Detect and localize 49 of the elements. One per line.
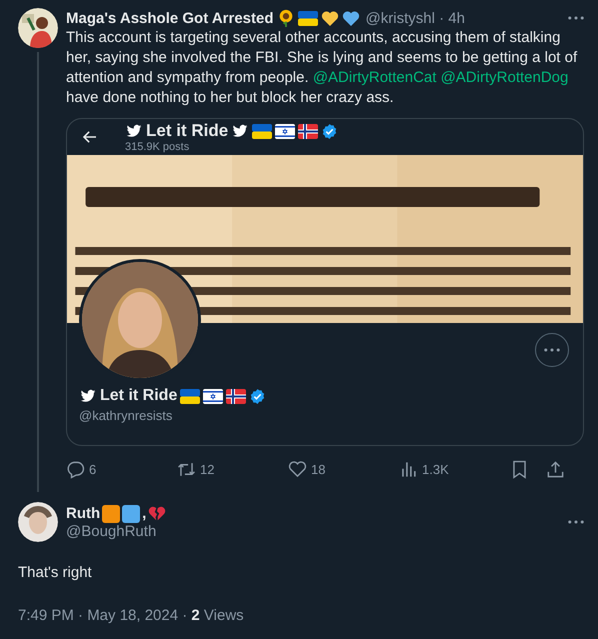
bird-icon — [231, 123, 250, 139]
verified-badge-icon — [249, 388, 266, 404]
share-icon[interactable] — [546, 460, 565, 478]
avatar[interactable] — [18, 502, 58, 542]
action-count: 6 — [89, 462, 96, 476]
views-icon[interactable] — [399, 460, 418, 478]
profile-name: Let it Ride — [100, 387, 178, 405]
action-count: 12 — [200, 462, 214, 476]
more-button[interactable] — [535, 333, 569, 367]
quoted-profile-card[interactable]: Let it Ride 315.9K posts Let it Ride @kathrynresists — [66, 118, 584, 446]
post-text: This account is targeting several other accounts, accusing them of stalking her, saying she involved the FBI. She is lying and seems to be getting a lot of attention and sympathy from people. @ADirtyRottenCat @ADirtyRottenDog have done nothing to her but block her crazy ass. — [66, 28, 578, 108]
bird-icon — [125, 123, 143, 139]
norway-flag-icon — [298, 124, 318, 138]
ukraine-flag-icon — [298, 10, 318, 26]
mention-link[interactable]: @ADirtyRottenDog — [440, 69, 568, 86]
square-icon — [122, 504, 140, 522]
heart-icon[interactable] — [288, 460, 307, 478]
bird-icon — [79, 388, 97, 404]
mention-link[interactable]: @ADirtyRottenCat — [312, 69, 441, 86]
ukraine-flag-icon — [180, 388, 200, 404]
name-punctuation: , — [142, 505, 146, 522]
more-icon[interactable] — [544, 348, 560, 352]
heart-icon — [342, 10, 360, 26]
sunflower-icon — [276, 9, 295, 27]
avatar[interactable] — [18, 8, 58, 48]
action-count: 1.3K — [422, 462, 449, 476]
handle-and-time: @kristyshl · 4h — [366, 10, 466, 26]
post-count: 315.9K posts — [125, 141, 190, 153]
heart-icon — [320, 10, 339, 26]
more-icon[interactable] — [568, 520, 584, 524]
reply-icon[interactable] — [66, 460, 85, 478]
profile-handle: @kathrynresists — [79, 408, 174, 423]
profile-title: Let it Ride — [146, 121, 228, 141]
more-icon[interactable] — [568, 16, 584, 20]
action-count: 18 — [311, 462, 326, 476]
author-name[interactable]: Ruth — [66, 505, 100, 522]
timestamp-and-views: 7:49 PM · May 18, 2024 · 2 Views — [18, 607, 245, 624]
back-arrow-icon[interactable] — [83, 131, 97, 143]
norway-flag-icon — [226, 388, 246, 404]
post-text: That's right — [18, 564, 93, 581]
israel-flag-icon — [275, 124, 296, 138]
square-icon — [102, 504, 120, 522]
author-name[interactable]: Maga's Asshole Got Arrested — [66, 10, 274, 26]
ukraine-flag-icon — [252, 124, 272, 138]
bookmark-icon[interactable] — [510, 460, 529, 478]
verified-badge-icon — [321, 122, 338, 140]
broken-heart-icon — [148, 505, 166, 522]
handle[interactable]: @BoughRuth — [66, 522, 560, 540]
israel-flag-icon — [203, 388, 224, 404]
